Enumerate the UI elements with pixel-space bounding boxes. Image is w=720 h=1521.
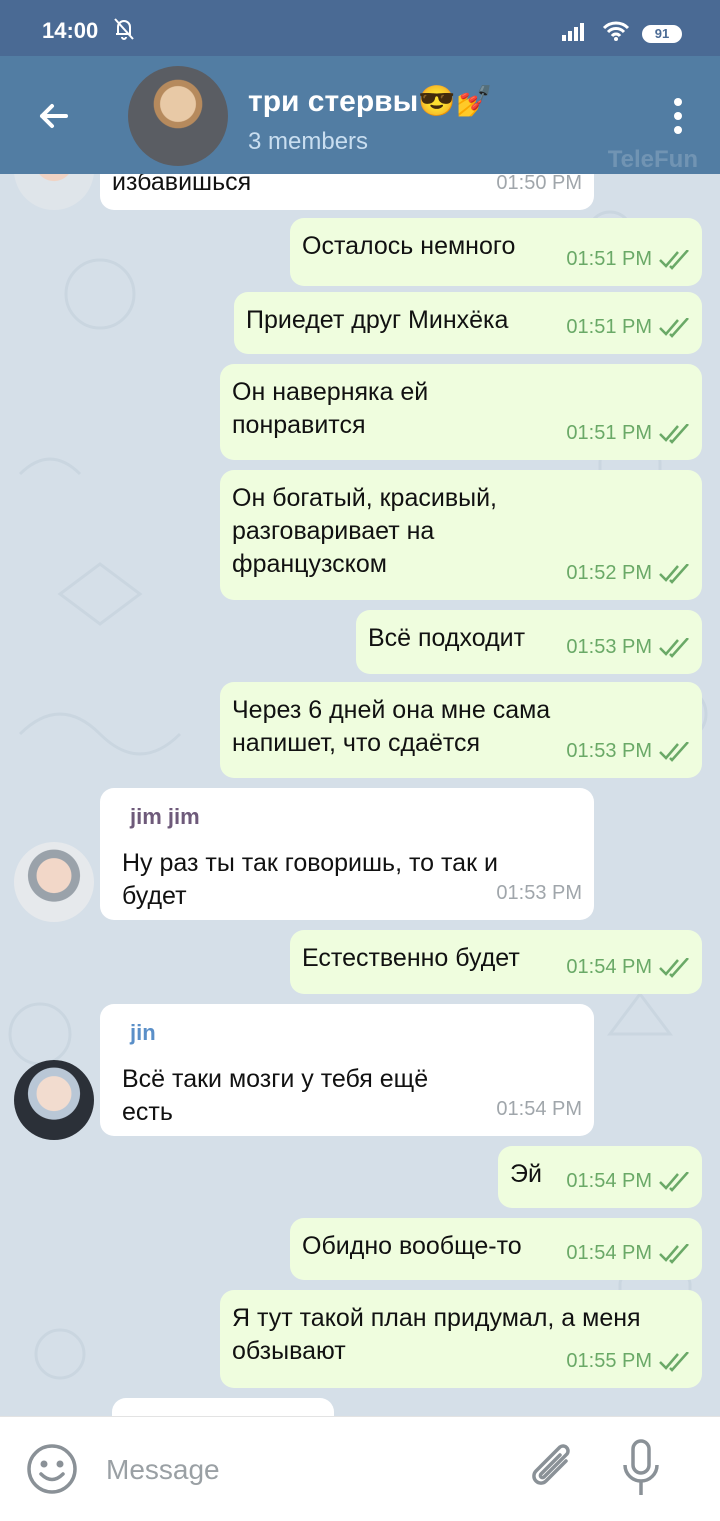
chat-messages-list[interactable]: избавишься 01:50 PM Осталось немного 01:… <box>0 174 720 1416</box>
paperclip-icon <box>532 1444 570 1485</box>
attach-button[interactable] <box>526 1441 580 1497</box>
double-check-icon <box>659 423 689 444</box>
message-bubble[interactable]: Естественно будет 01:54 PM <box>290 930 702 994</box>
microphone-button[interactable] <box>620 1437 662 1501</box>
bell-off-icon <box>112 16 136 47</box>
message-time: 01:52 PM <box>566 562 652 584</box>
message-bubble[interactable]: Он богатый, красивый, разговаривает на ф… <box>220 470 702 600</box>
sender-name[interactable]: jim jim <box>112 800 580 833</box>
message-time: 01:53 PM <box>566 740 652 762</box>
status-icons: 91 <box>562 20 682 47</box>
message-time: 01:50 PM <box>496 174 582 194</box>
avatar-jin[interactable] <box>14 1060 94 1140</box>
double-check-icon <box>659 1243 689 1264</box>
message-input[interactable] <box>104 1447 488 1493</box>
message-bubble[interactable]: Обидно вообще-то 01:54 PM <box>290 1218 702 1280</box>
double-check-icon <box>659 957 689 978</box>
message-time: 01:54 PM <box>496 1098 582 1120</box>
signal-icon <box>562 21 590 46</box>
message-bubble[interactable]: Эй 01:54 PM <box>498 1146 702 1208</box>
message-time: 01:51 PM <box>566 422 652 444</box>
message-time: 01:54 PM <box>566 956 652 978</box>
sender-name[interactable]: jin <box>112 1016 580 1049</box>
chat-header: три стервы😎💅 3 members TeleFun <box>0 56 720 174</box>
message-time: 01:54 PM <box>566 1242 652 1264</box>
message-bubble[interactable]: jin <box>112 1398 334 1416</box>
microphone-icon <box>623 1439 659 1495</box>
message-bubble[interactable]: Осталось немного 01:51 PM <box>290 218 702 286</box>
status-bar: 14:00 91 <box>0 0 720 56</box>
double-check-icon <box>659 249 689 270</box>
double-check-icon <box>659 1171 689 1192</box>
chat-title[interactable]: три стервы😎💅 <box>248 84 493 119</box>
message-bubble[interactable]: Он наверняка ей понравится 01:51 PM <box>220 364 702 460</box>
message-bubble[interactable]: Всё подходит 01:53 PM <box>356 610 702 674</box>
emoji-button[interactable] <box>26 1443 78 1495</box>
group-avatar[interactable] <box>128 66 228 166</box>
double-check-icon <box>659 741 689 762</box>
message-time: 01:51 PM <box>566 248 652 270</box>
message-bubble[interactable]: избавишься 01:50 PM <box>100 174 594 210</box>
message-time: 01:53 PM <box>496 882 582 904</box>
more-menu-button[interactable] <box>666 96 690 136</box>
double-check-icon <box>659 637 689 658</box>
double-check-icon <box>659 317 689 338</box>
message-bubble[interactable]: jim jim Ну раз ты так говоришь, то так и… <box>100 788 594 920</box>
message-time: 01:53 PM <box>566 636 652 658</box>
message-bubble[interactable]: Через 6 дней она мне сама напишет, что с… <box>220 682 702 778</box>
double-check-icon <box>659 563 689 584</box>
avatar-jimjim[interactable] <box>14 842 94 922</box>
more-vert-icon <box>674 98 682 134</box>
arrow-left-icon <box>40 104 68 128</box>
message-time: 01:51 PM <box>566 316 652 338</box>
composer-bar <box>0 1416 720 1521</box>
double-check-icon <box>659 1351 689 1372</box>
emoji-icon <box>27 1444 77 1494</box>
status-time: 14:00 <box>42 18 99 43</box>
message-time: 01:55 PM <box>566 1350 652 1372</box>
battery-icon: 91 <box>642 24 682 43</box>
chat-members-count: 3 members <box>248 128 369 155</box>
message-bubble[interactable]: jin Всё таки мозги у тебя ещё есть 01:54… <box>100 1004 594 1136</box>
message-time: 01:54 PM <box>566 1170 652 1192</box>
watermark: TeleFun <box>607 146 698 173</box>
message-bubble[interactable]: Приедет друг Минхёка 01:51 PM <box>234 292 702 354</box>
back-button[interactable] <box>32 94 76 138</box>
message-bubble[interactable]: Я тут такой план придумал, а меня обзыва… <box>220 1290 702 1388</box>
wifi-icon <box>602 20 630 47</box>
